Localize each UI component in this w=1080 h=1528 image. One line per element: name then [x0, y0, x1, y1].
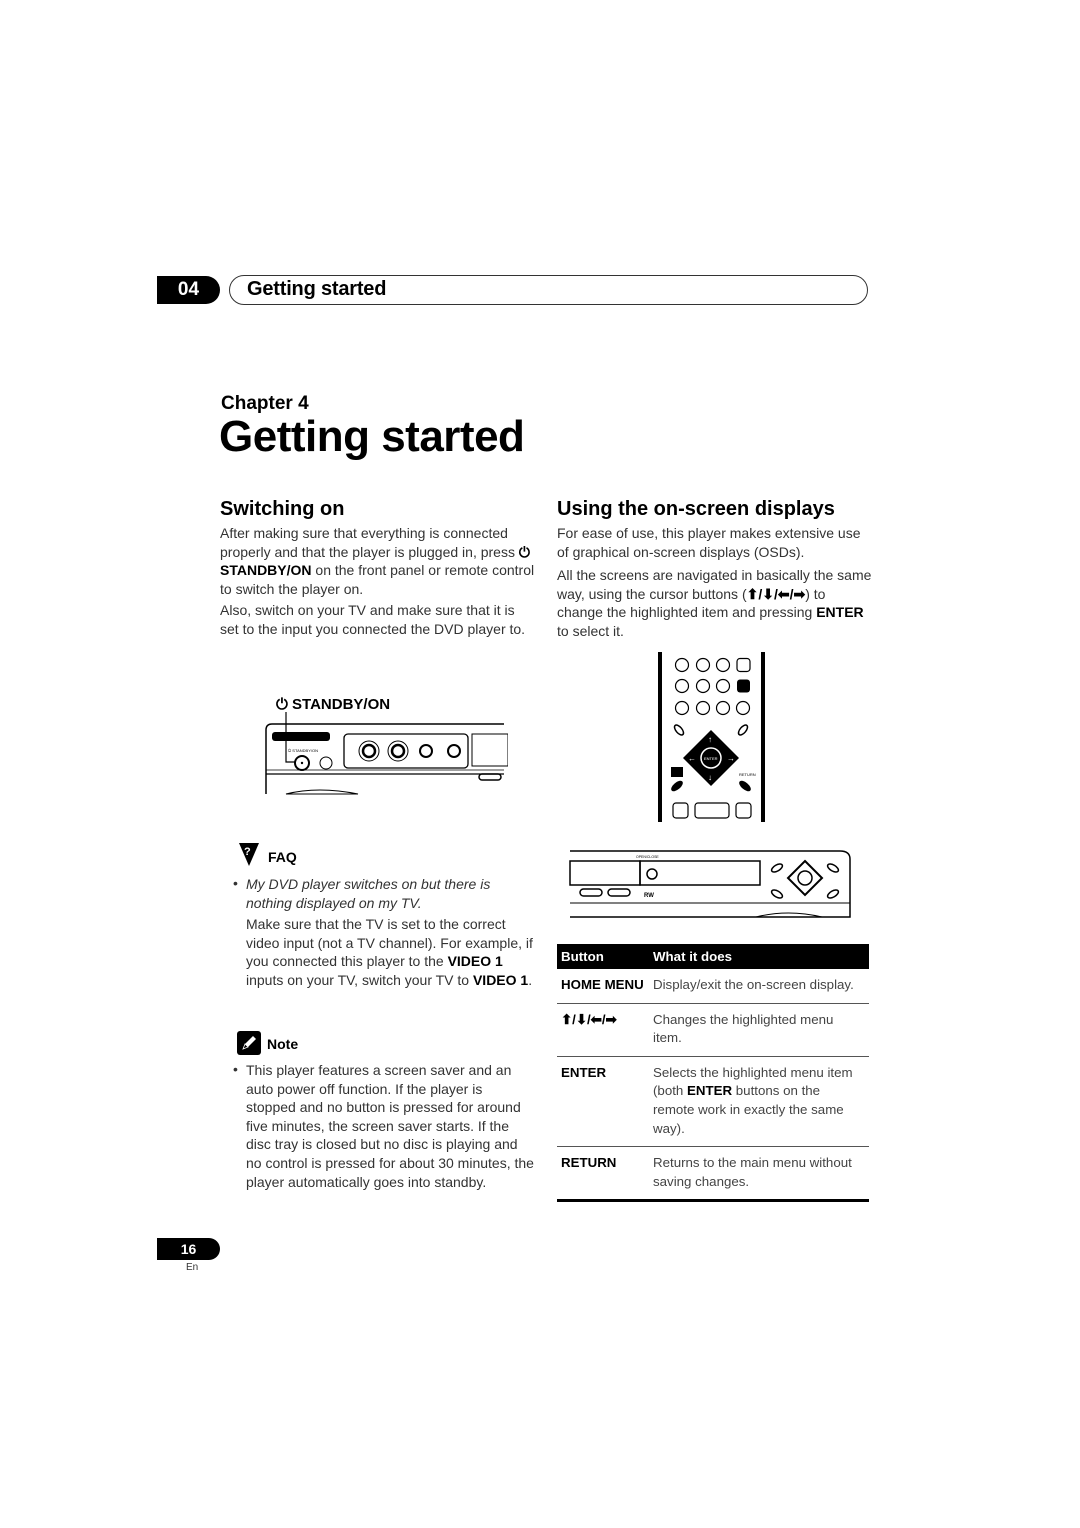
osd-paragraph-1: For ease of use, this player makes exten…: [557, 525, 861, 560]
standby-on-callout: ⏻ STANDBY/ON: [276, 696, 390, 713]
osd-heading: Using the on-screen displays: [557, 498, 835, 520]
chapter-header-bar: Getting started: [229, 275, 868, 305]
column-header-what-it-does: What it does: [649, 944, 869, 969]
description-cell: Selects the highlighted menu item (both …: [649, 1056, 869, 1148]
text: to select it.: [557, 622, 624, 639]
power-icon: ⏻: [518, 543, 530, 560]
enter-bold: ENTER: [687, 1083, 733, 1099]
pioneer-logo: [272, 732, 330, 741]
faq-answer: Make sure that the TV is set to the corr…: [246, 915, 536, 989]
text: .: [528, 971, 533, 988]
video1-bold: VIDEO 1: [472, 971, 529, 988]
bullet: •: [233, 875, 238, 891]
bullet: •: [233, 1061, 238, 1077]
faq-title: FAQ: [268, 849, 297, 865]
svg-text:ENTER: ENTER: [704, 756, 718, 761]
button-function-table: Button What it does HOME MENU Display/ex…: [557, 944, 869, 1203]
faq-question: My DVD player switches on but there is n…: [246, 876, 491, 911]
page-number: 16: [157, 1238, 220, 1260]
table-row: HOME MENU Display/exit the on-screen dis…: [557, 969, 869, 1004]
table-header-row: Button What it does: [557, 944, 869, 969]
note-title: Note: [267, 1036, 299, 1052]
svg-text:RETURN: RETURN: [739, 772, 756, 777]
chapter-header-title: Getting started: [247, 278, 387, 300]
svg-text:→: →: [727, 754, 735, 763]
description-cell: Changes the highlighted menu item.: [649, 1003, 869, 1057]
svg-text:←: ←: [688, 754, 696, 763]
button-cell: ⬆/⬇/⬅/➡: [557, 1003, 649, 1057]
enter-key: [737, 679, 750, 693]
video1-bold: VIDEO 1: [447, 953, 503, 970]
switching-on-heading: Switching on: [220, 498, 345, 520]
table-row: RETURN Returns to the main menu without …: [557, 1146, 869, 1203]
svg-text:↓: ↓: [708, 773, 712, 782]
button-cell: ENTER: [557, 1056, 649, 1148]
chapter-number-tab: 04: [157, 276, 220, 304]
column-header-button: Button: [557, 944, 649, 969]
svg-text:⏻ STANDBY/ON: ⏻ STANDBY/ON: [288, 748, 318, 753]
table-row: ⬆/⬇/⬅/➡ Changes the highlighted menu ite…: [557, 1003, 869, 1057]
switching-on-paragraph-1: After making sure that everything is con…: [220, 524, 535, 598]
standby-on-bold: STANDBY/ON: [220, 562, 312, 579]
standby-on-label: STANDBY/ON: [292, 696, 391, 713]
table-row: ENTER Selects the highlighted menu item …: [557, 1056, 869, 1148]
power-icon: ⏻: [276, 696, 293, 713]
enter-bold: ENTER: [816, 604, 864, 621]
button-cell: HOME MENU: [557, 969, 649, 1004]
description-cell: Display/exit the on-screen display.: [649, 969, 869, 1004]
faq-icon: ?: [239, 843, 259, 866]
svg-text:OPEN/CLOSE: OPEN/CLOSE: [636, 855, 659, 859]
switching-on-paragraph-2: Also, switch on your TV and make sure th…: [220, 602, 526, 637]
language-code: En: [186, 1262, 199, 1273]
svg-text:↑: ↑: [708, 735, 712, 744]
button-cell: RETURN: [557, 1146, 649, 1203]
svg-text:RW: RW: [644, 893, 654, 899]
svg-text:?: ?: [244, 846, 251, 858]
text: inputs on your TV, switch your TV to: [246, 971, 473, 988]
cursor-arrows: ⬆/⬇/⬅/➡: [746, 585, 806, 602]
player-front-illustration: OPEN/CLOSE RW: [569, 850, 851, 918]
note-text: This player features a screen saver and …: [246, 1062, 534, 1190]
note-pencil-icon: [237, 1031, 261, 1055]
text: After making sure that everything is con…: [220, 525, 519, 560]
chapter-title: Getting started: [219, 412, 525, 461]
osd-paragraph-2: All the screens are navigated in basical…: [557, 566, 872, 640]
front-panel-illustration: ⏻ STANDBY/ON: [265, 712, 508, 795]
remote-control-illustration: ENTER ↑ ↓ ← → RETURN: [658, 652, 765, 822]
description-cell: Returns to the main menu without saving …: [649, 1146, 869, 1203]
